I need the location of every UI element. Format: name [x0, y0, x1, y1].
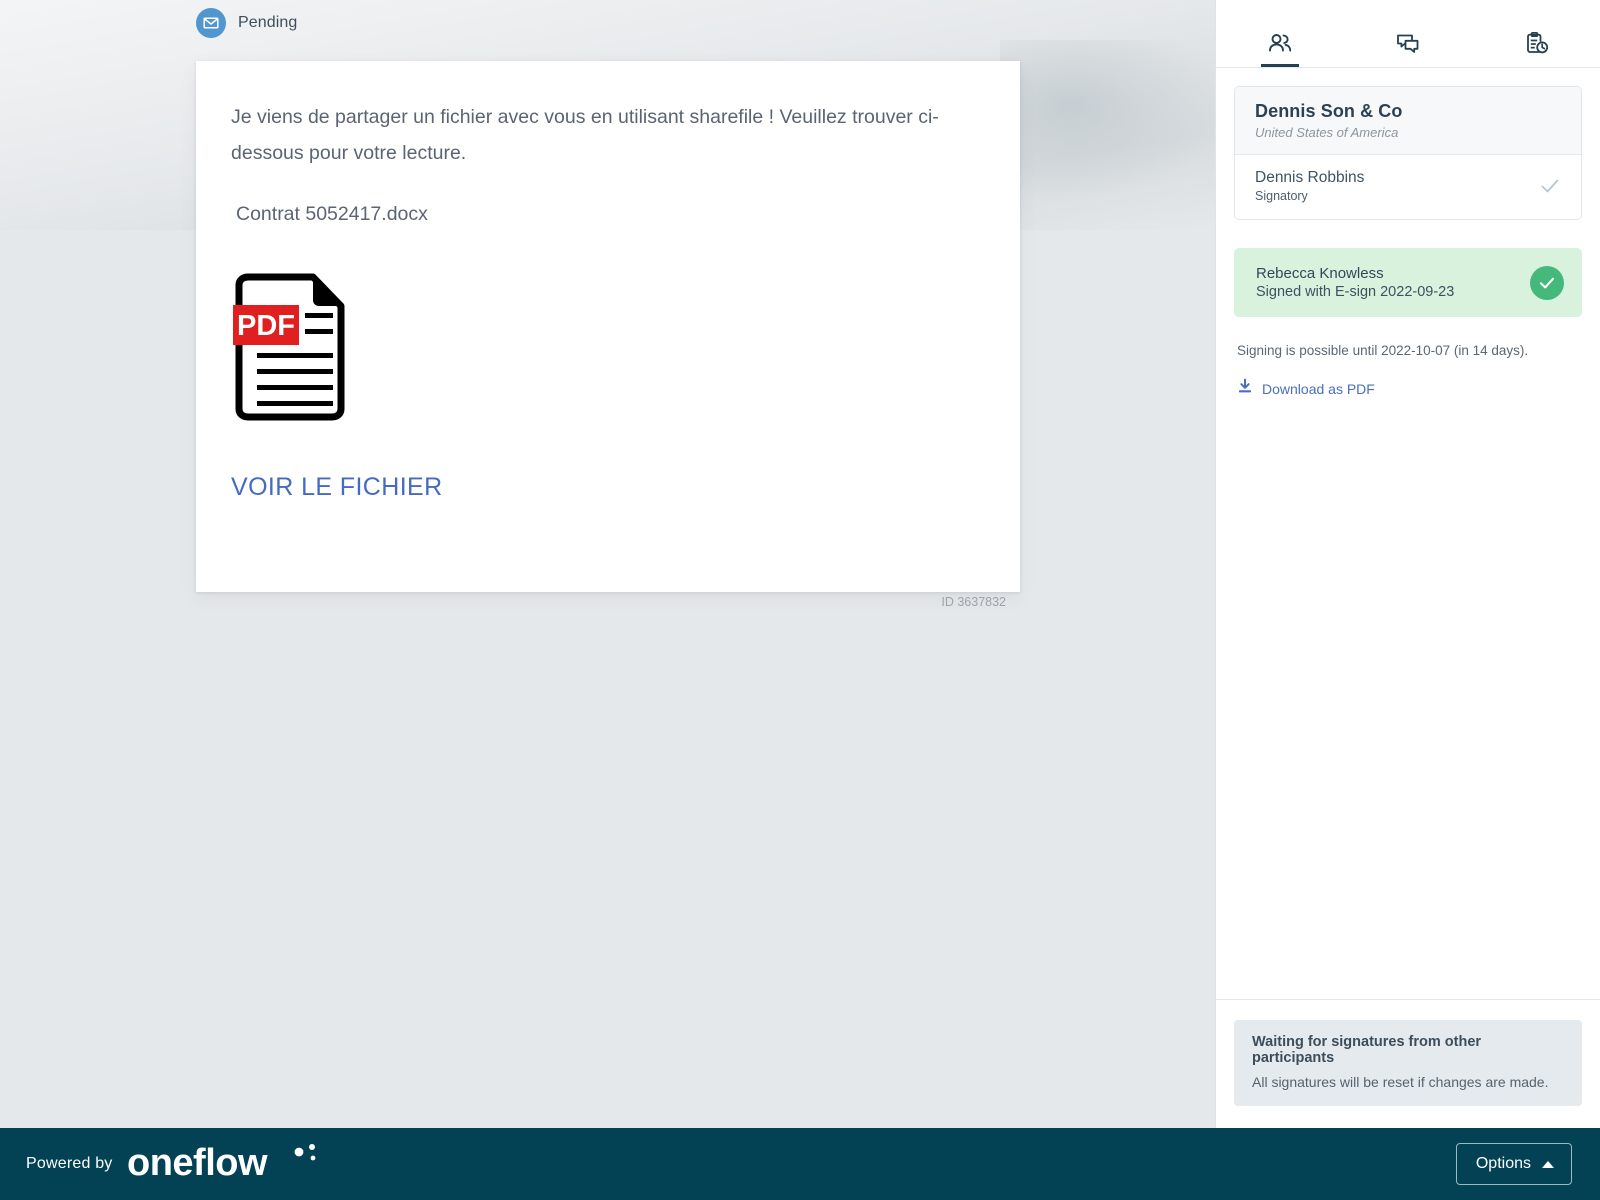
download-pdf-label: Download as PDF [1262, 380, 1375, 397]
check-icon [1539, 175, 1561, 197]
audit-trail-icon [1523, 31, 1549, 57]
powered-by-label: Powered by [26, 1155, 113, 1172]
signing-deadline-text: Signing is possible until 2022-10-07 (in… [1237, 343, 1529, 358]
party-person-row[interactable]: Dennis Robbins Signatory [1235, 155, 1581, 219]
party-person-role: Signatory [1255, 189, 1308, 203]
download-icon [1237, 378, 1253, 399]
participants-icon [1267, 31, 1293, 57]
brand-block: Powered by oneflow [26, 1142, 323, 1186]
signed-participant-name: Rebecca Knowless [1256, 265, 1384, 282]
party-company-name: Dennis Son & Co [1255, 101, 1403, 121]
contract-card: Je viens de partager un fichier avec vou… [196, 61, 1020, 592]
party-card: Dennis Son & Co United States of America… [1234, 86, 1582, 220]
options-button-label: Options [1475, 1155, 1531, 1172]
check-circle-icon [1530, 265, 1564, 300]
waiting-notice-subtitle: All signatures will be reset if changes … [1252, 1074, 1549, 1090]
waiting-notice-title: Waiting for signatures from other partic… [1252, 1034, 1482, 1066]
tab-audit-trail[interactable] [1472, 0, 1600, 67]
view-file-link[interactable]: VOIR LE FICHIER [231, 473, 443, 502]
tab-participants[interactable] [1216, 0, 1344, 67]
oneflow-logo: oneflow [127, 1142, 323, 1186]
svg-text:oneflow: oneflow [127, 1142, 268, 1184]
bottom-bar: Powered by oneflow Options [0, 1128, 1600, 1200]
party-header: Dennis Son & Co United States of America [1235, 87, 1581, 155]
contract-id-label: ID 3637832 [941, 595, 1006, 609]
party-person-info: Dennis Robbins Signatory [1255, 169, 1364, 203]
party-person-name: Dennis Robbins [1255, 169, 1365, 186]
workspace: Pending Je viens de partager un fichier … [0, 0, 1600, 1128]
app-root: Pending Je viens de partager un fichier … [0, 0, 1600, 1200]
caret-up-icon [1542, 1160, 1554, 1168]
sidebar-footer: Waiting for signatures from other partic… [1216, 999, 1600, 1128]
pdf-file-icon[interactable]: PDF [231, 273, 349, 421]
status-bar: Pending [196, 8, 297, 38]
contract-paragraph: Je viens de partager un fichier avec vou… [231, 106, 939, 164]
document-column: Pending Je viens de partager un fichier … [0, 0, 1215, 1128]
tab-comments[interactable] [1344, 0, 1472, 67]
envelope-icon [196, 8, 226, 38]
waiting-notice: Waiting for signatures from other partic… [1234, 1020, 1582, 1106]
options-button[interactable]: Options [1455, 1143, 1572, 1185]
contract-card-content: Je viens de partager un fichier avec vou… [196, 61, 1020, 502]
sidebar-tabs [1216, 0, 1600, 68]
status-label: Pending [238, 14, 298, 31]
sidebar-content: Dennis Son & Co United States of America… [1216, 68, 1600, 999]
signed-participant-card: Rebecca Knowless Signed with E-sign 2022… [1234, 248, 1582, 317]
comments-icon [1395, 31, 1421, 57]
attachment-filename: Contrat 5052417.docx [236, 203, 428, 225]
svg-text:PDF: PDF [237, 310, 295, 342]
sidebar: Dennis Son & Co United States of America… [1215, 0, 1600, 1128]
download-pdf-link[interactable]: Download as PDF [1234, 378, 1582, 399]
signed-participant-detail: Signed with E-sign 2022-09-23 [1256, 284, 1455, 300]
party-company-country: United States of America [1255, 125, 1399, 140]
background-sheen-secondary [1000, 40, 1215, 200]
signed-participant-info: Rebecca Knowless Signed with E-sign 2022… [1256, 265, 1454, 300]
